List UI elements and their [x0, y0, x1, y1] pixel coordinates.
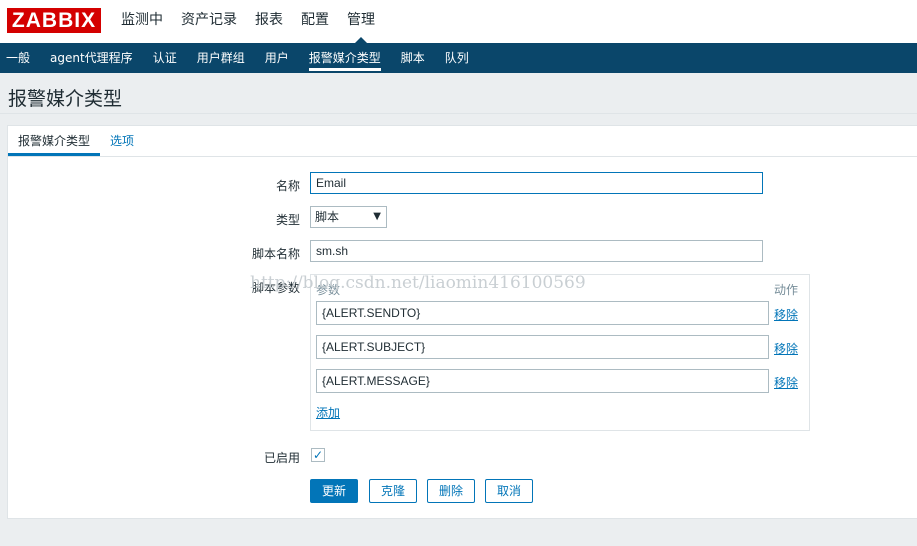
clone-button[interactable]: 克隆 [369, 479, 417, 503]
submenu-item-queue[interactable]: 队列 [435, 43, 479, 73]
dropdown-arrow-icon: ▼ [373, 211, 381, 222]
enabled-checkbox[interactable]: ✓ [311, 448, 325, 462]
remove-param-message-link[interactable]: 移除 [774, 374, 798, 391]
watermark-text: http://blog.csdn.net/liaomin416100569 [250, 273, 586, 293]
sub-menu: 一般 agent代理程序 认证 用户群组 用户 报警媒介类型 脚本 队列 [0, 43, 917, 73]
checkmark-icon: ✓ [312, 448, 324, 462]
update-button[interactable]: 更新 [310, 479, 358, 503]
tab-options[interactable]: 选项 [110, 126, 134, 156]
type-select[interactable]: 脚本 ▼ [310, 206, 387, 228]
title-divider [0, 113, 917, 114]
param-input-message[interactable]: {ALERT.MESSAGE} [316, 369, 769, 393]
submenu-item-users[interactable]: 用户 [255, 43, 299, 73]
cancel-button[interactable]: 取消 [485, 479, 533, 503]
script-params-table: 参数 动作 {ALERT.SENDTO} 移除 {ALERT.SUBJECT} … [310, 274, 810, 431]
param-input-subject[interactable]: {ALERT.SUBJECT} [316, 335, 769, 359]
top-header: ZABBIX 监测中 资产记录 报表 配置 管理 [0, 0, 917, 43]
tab-media-type[interactable]: 报警媒介类型 [8, 126, 100, 156]
script-name-label: 脚本名称 [251, 247, 300, 261]
param-input-sendto[interactable]: {ALERT.SENDTO} [316, 301, 769, 325]
menu-item-monitoring[interactable]: 监测中 [112, 0, 172, 43]
remove-param-sendto-link[interactable]: 移除 [774, 306, 798, 323]
page-title: 报警媒介类型 [8, 88, 123, 110]
submenu-item-media-types[interactable]: 报警媒介类型 [299, 43, 391, 73]
delete-button[interactable]: 删除 [427, 479, 475, 503]
remove-param-subject-link[interactable]: 移除 [774, 340, 798, 357]
submenu-item-proxies[interactable]: agent代理程序 [40, 43, 143, 73]
menu-item-reports[interactable]: 报表 [246, 0, 292, 43]
submenu-item-scripts[interactable]: 脚本 [391, 43, 435, 73]
script-name-input[interactable]: sm.sh [310, 240, 763, 262]
submenu-item-user-groups[interactable]: 用户群组 [187, 43, 255, 73]
type-label: 类型 [275, 213, 300, 227]
name-input[interactable]: Email [310, 172, 763, 194]
menu-item-inventory[interactable]: 资产记录 [172, 0, 246, 43]
menu-item-administration[interactable]: 管理 [338, 0, 384, 43]
main-menu: 监测中 资产记录 报表 配置 管理 [112, 0, 384, 43]
enabled-label: 已启用 [263, 451, 300, 465]
menu-item-configuration[interactable]: 配置 [292, 0, 338, 43]
zabbix-logo[interactable]: ZABBIX [7, 8, 101, 33]
form-panel: 报警媒介类型 选项 名称 Email 类型 脚本 ▼ 脚本名称 sm.sh 脚本… [7, 125, 917, 519]
action-header: 动作 [774, 283, 799, 297]
submenu-item-general[interactable]: 一般 [0, 43, 40, 73]
submenu-item-authentication[interactable]: 认证 [143, 43, 187, 73]
type-select-value: 脚本 [315, 210, 340, 224]
tab-bar: 报警媒介类型 选项 [8, 126, 917, 157]
name-label: 名称 [275, 179, 300, 193]
add-param-link[interactable]: 添加 [316, 404, 340, 421]
